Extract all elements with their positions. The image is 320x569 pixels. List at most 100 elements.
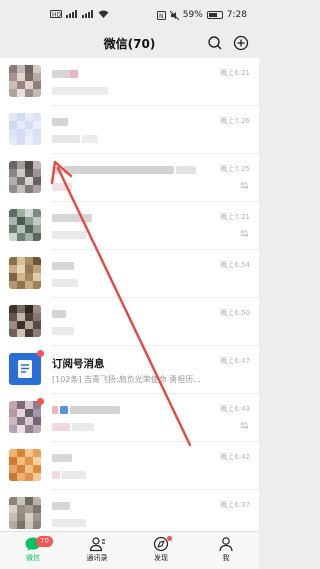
avatar (9, 449, 41, 481)
avatar (9, 497, 41, 529)
status-left-icons: HD (50, 10, 109, 18)
status-right-icons: N 59% 7:28 (156, 10, 247, 20)
chat-time: 晚上6:21 (220, 69, 250, 77)
battery-percent: 59% (182, 10, 203, 20)
chat-row[interactable]: 晚上7:26 (0, 106, 259, 154)
avatar-mosaic (9, 449, 41, 481)
chat-time: 晚上6:54 (220, 261, 250, 269)
mute-bell-icon (240, 229, 249, 238)
chat-list[interactable]: 晚上6:21 晚上7:26 晚上7:25 晚上7:21 晚上6:54 晚上6:5… (0, 58, 259, 531)
name-blur (176, 166, 196, 174)
avatar (9, 161, 41, 193)
mute-bell-icon (240, 181, 249, 190)
chat-row[interactable]: 晚上6:43 (0, 394, 259, 442)
name-blur (64, 166, 174, 174)
subscription-icon (18, 360, 32, 378)
battery-fill (208, 13, 218, 17)
message-blur (72, 423, 94, 431)
avatar (9, 305, 41, 337)
chat-time: 晚上6:47 (220, 357, 250, 365)
status-bar: HD N 59% 7:28 (0, 0, 259, 28)
message-blur (52, 471, 60, 479)
name-blur (52, 118, 68, 126)
subscription-avatar (9, 353, 41, 385)
avatar-mosaic (9, 65, 41, 97)
contacts-icon (89, 537, 105, 552)
tab-contacts[interactable]: 通讯录 (72, 536, 122, 563)
chat-row[interactable]: 晚上6:21 (0, 58, 259, 106)
chat-row[interactable]: 晚上6:37 (0, 490, 259, 531)
name-blur (52, 310, 66, 318)
tab-label: 通讯录 (86, 554, 108, 562)
message-blur (62, 471, 86, 479)
name-blur (52, 262, 74, 270)
message-blur (52, 519, 86, 527)
name-blur (52, 406, 58, 414)
add-circle-icon[interactable] (233, 35, 249, 51)
svg-text:N: N (159, 13, 164, 20)
avatar (9, 401, 41, 433)
message-blur (52, 87, 108, 95)
chat-time: 晚上7:26 (220, 117, 250, 125)
chat-row[interactable]: 晚上6:54 (0, 250, 259, 298)
avatar (9, 257, 41, 289)
message-blur (52, 135, 80, 143)
name-blur (52, 502, 70, 510)
battery-icon (206, 11, 223, 19)
chat-time: 晚上6:37 (220, 501, 250, 509)
tab-me[interactable]: 我 (201, 536, 251, 563)
chat-row[interactable]: 晚上7:25 (0, 154, 259, 202)
unread-badge: 70 (36, 536, 53, 547)
chat-name: 订阅号消息 (52, 358, 105, 370)
avatar (9, 65, 41, 97)
tab-label: 发现 (154, 554, 168, 562)
tab-chats[interactable]: 70 微信 (8, 536, 58, 563)
wifi-icon (98, 10, 109, 18)
message-blur (52, 231, 86, 239)
avatar-mosaic (9, 305, 41, 337)
unread-dot (37, 398, 44, 405)
name-blur (52, 454, 72, 462)
message-blur (52, 423, 70, 431)
nfc-icon: N (156, 10, 166, 20)
signal-icon (66, 10, 77, 18)
tab-label: 我 (222, 554, 230, 562)
chat-time: 晚上7:21 (220, 213, 250, 221)
avatar (9, 113, 41, 145)
message-blur (52, 279, 78, 287)
avatar-mosaic (9, 161, 41, 193)
name-blur (60, 406, 68, 414)
chat-time: 晚上7:25 (220, 165, 250, 173)
avatar-mosaic (9, 401, 41, 433)
search-icon[interactable] (207, 35, 223, 51)
avatar (9, 209, 41, 241)
mute-bell-icon (240, 421, 249, 430)
avatar-mosaic (9, 209, 41, 241)
signal-icon-2 (82, 10, 93, 18)
svg-text:HD: HD (52, 12, 62, 19)
name-blur (52, 166, 62, 174)
chat-row-subscriptions[interactable]: 订阅号消息 [102条] 吉青飞扬:肩负光荣使命 勇担历... 晚上6:47 (0, 346, 259, 394)
unread-dot (37, 350, 44, 357)
chat-time: 晚上6:50 (220, 309, 250, 317)
tab-discover[interactable]: 发现 (136, 536, 186, 563)
message-blur (52, 327, 74, 335)
tab-label: 微信 (26, 554, 40, 562)
sim-icon: HD (50, 10, 62, 18)
discover-dot (167, 536, 172, 541)
avatar-mosaic (9, 257, 41, 289)
avatar-mosaic (9, 497, 41, 529)
title-bar: 微信(70) (0, 28, 259, 58)
message-blur (52, 183, 72, 191)
chat-row[interactable]: 晚上6:42 (0, 442, 259, 490)
message-blur (82, 135, 98, 143)
tab-bar: 70 微信 通讯录 发现 我 (0, 531, 259, 569)
chat-row[interactable]: 晚上6:50 (0, 298, 259, 346)
chat-preview: [102条] 吉青飞扬:肩负光荣使命 勇担历... (52, 375, 201, 384)
chat-row[interactable]: 晚上7:21 (0, 202, 259, 250)
name-blur (70, 70, 78, 78)
name-blur (70, 406, 120, 414)
chat-time: 晚上6:43 (220, 405, 250, 413)
name-blur (52, 214, 92, 222)
person-icon (219, 537, 233, 552)
